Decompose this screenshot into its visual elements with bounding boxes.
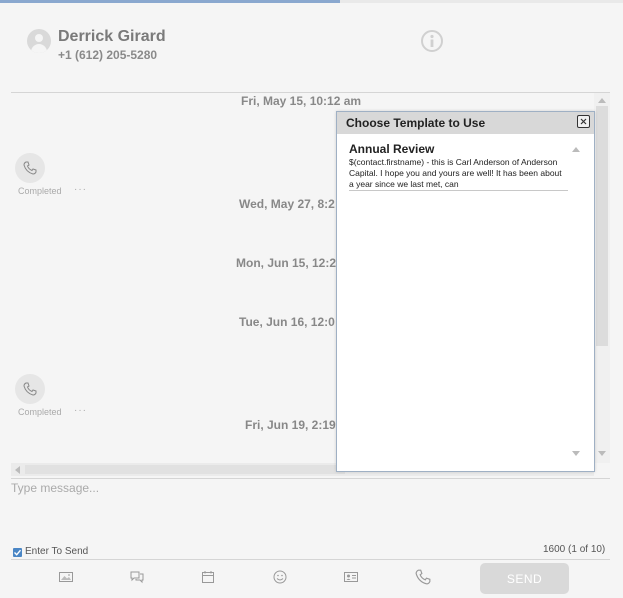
header-divider (11, 92, 610, 93)
call-status: Completed (18, 407, 62, 417)
conversation-vertical-scrollbar[interactable] (594, 93, 610, 463)
info-circle-icon[interactable] (421, 30, 443, 52)
close-icon[interactable] (577, 115, 590, 128)
date-label: Tue, Jun 16, 12:0 (239, 315, 335, 329)
date-label: Fri, May 15, 10:12 am (241, 94, 362, 108)
date-label: Mon, Jun 15, 12:2 (236, 256, 337, 270)
template-chooser-dialog: Choose Template to Use Annual Review $(c… (336, 111, 595, 472)
avatar (27, 29, 51, 53)
phone-icon[interactable] (415, 569, 431, 585)
dialog-header: Choose Template to Use (337, 112, 594, 134)
scroll-up-arrow-icon[interactable] (598, 98, 606, 103)
call-bubble (15, 374, 45, 404)
call-more-button[interactable]: ··· (74, 184, 87, 195)
enter-to-send-checkbox[interactable] (13, 548, 22, 557)
scroll-left-arrow-icon[interactable] (15, 466, 20, 474)
dialog-title: Choose Template to Use (346, 116, 486, 130)
top-progress-bar (0, 0, 623, 3)
call-more-button[interactable]: ··· (74, 405, 87, 416)
scroll-down-arrow-icon[interactable] (572, 451, 580, 456)
emoji-icon[interactable] (272, 569, 288, 585)
enter-to-send-label: Enter To Send (25, 546, 89, 557)
call-status: Completed (18, 186, 62, 196)
scroll-up-arrow-icon[interactable] (572, 147, 580, 152)
template-title: Annual Review (349, 142, 435, 156)
calendar-icon[interactable] (200, 569, 216, 585)
character-counter: 1600 (1 of 10) (543, 544, 606, 555)
date-label: Fri, Jun 19, 2:19 (245, 418, 336, 432)
image-icon[interactable] (58, 569, 74, 585)
scrollbar-thumb[interactable] (596, 106, 608, 346)
call-bubble (15, 153, 45, 183)
date-label: Wed, May 27, 8:2 (239, 197, 335, 211)
template-item[interactable]: Annual Review $(contact.firstname) - thi… (349, 142, 568, 191)
contact-card-icon[interactable] (343, 569, 359, 585)
message-input[interactable] (11, 480, 606, 546)
progress-fill (0, 0, 340, 3)
contact-name: Derrick Girard (58, 28, 166, 45)
template-list-scrollbar[interactable] (569, 142, 583, 462)
send-button[interactable]: SEND (480, 563, 569, 594)
contact-phone: +1 (612) 205-5280 (58, 48, 158, 62)
toolbar-divider (11, 559, 610, 560)
phone-icon (23, 161, 37, 175)
scrollbar-thumb[interactable] (25, 465, 345, 474)
composer-divider (11, 478, 610, 479)
phone-icon (23, 382, 37, 396)
template-list: Annual Review $(contact.firstname) - thi… (349, 142, 568, 191)
chat-icon[interactable] (129, 569, 145, 585)
scroll-down-arrow-icon[interactable] (598, 451, 606, 456)
template-preview: $(contact.firstname) - this is Carl Ande… (349, 157, 568, 191)
